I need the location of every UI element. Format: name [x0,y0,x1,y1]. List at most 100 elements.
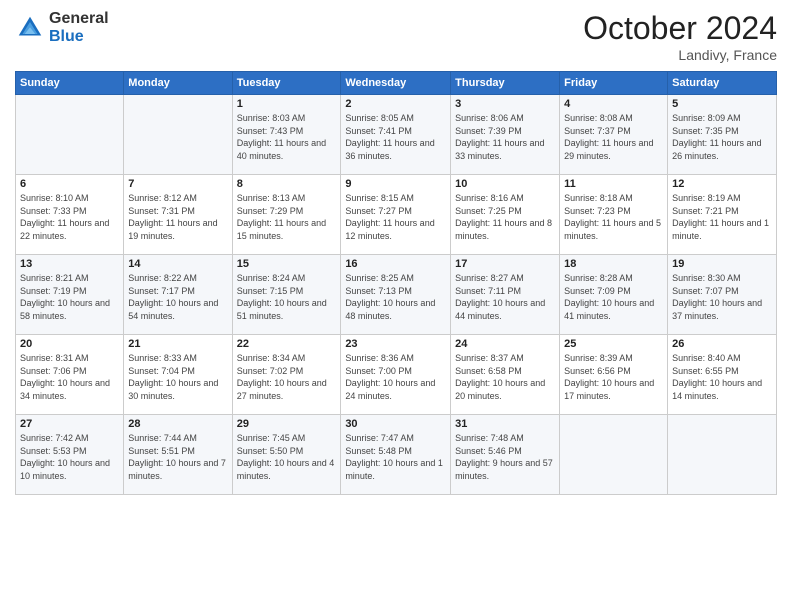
logo-blue-text: Blue [49,28,109,46]
day-info: Sunrise: 8:06 AM Sunset: 7:39 PM Dayligh… [455,112,555,162]
calendar-cell: 14 Sunrise: 8:22 AM Sunset: 7:17 PM Dayli… [124,255,232,335]
page: General Blue October 2024 Landivy, Franc… [0,0,792,612]
calendar-cell: 29Sunrise: 7:45 AM Sunset: 5:50 PM Dayli… [232,415,341,495]
calendar-cell: 30 Sunrise: 7:47 AM Sunset: 5:48 PM Dayli… [341,415,451,495]
day-number: 4 [564,98,663,110]
day-info: Sunrise: 8:24 AM Sunset: 7:15 PM Dayligh… [237,272,337,322]
day-info: Sunrise: 7:47 AM Sunset: 5:48 PM Dayligh… [345,432,446,482]
day-info: Sunrise: 8:09 AM Sunset: 7:35 PM Dayligh… [672,112,772,162]
calendar-cell: 4 Sunrise: 8:08 AM Sunset: 7:37 PM Daylig… [560,95,668,175]
calendar-cell: 8 Sunrise: 8:13 AM Sunset: 7:29 PM Daylig… [232,175,341,255]
day-info: Sunrise: 8:28 AM Sunset: 7:09 PM Dayligh… [564,272,663,322]
calendar-cell [124,95,232,175]
logo-icon [15,13,45,43]
calendar-cell: 15 Sunrise: 8:24 AM Sunset: 7:15 PM Dayli… [232,255,341,335]
day-info: Sunrise: 8:15 AM Sunset: 7:27 PM Dayligh… [345,192,446,242]
day-number: 31 [455,418,555,430]
day-info: Sunrise: 7:45 AM Sunset: 5:50 PM Dayligh… [237,432,337,482]
header-row: Sunday Monday Tuesday Wednesday Thursday… [16,72,777,95]
day-info: Sunrise: 8:30 AM Sunset: 7:07 PM Dayligh… [672,272,772,322]
calendar-cell: 26 Sunrise: 8:40 AM Sunset: 6:55 PM Dayli… [668,335,777,415]
day-info: Sunrise: 8:16 AM Sunset: 7:25 PM Dayligh… [455,192,555,242]
calendar-cell: 10 Sunrise: 8:16 AM Sunset: 7:25 PM Dayli… [451,175,560,255]
day-info: Sunrise: 8:33 AM Sunset: 7:04 PM Dayligh… [128,352,227,402]
logo: General Blue [15,10,109,45]
day-number: 12 [672,178,772,190]
day-info: Sunrise: 8:05 AM Sunset: 7:41 PM Dayligh… [345,112,446,162]
day-number: 18 [564,258,663,270]
day-info: Sunrise: 8:39 AM Sunset: 6:56 PM Dayligh… [564,352,663,402]
day-number: 14 [128,258,227,270]
logo-text: General Blue [49,10,109,45]
day-info: Sunrise: 8:37 AM Sunset: 6:58 PM Dayligh… [455,352,555,402]
day-info: Sunrise: 8:18 AM Sunset: 7:23 PM Dayligh… [564,192,663,242]
day-info: Sunrise: 8:22 AM Sunset: 7:17 PM Dayligh… [128,272,227,322]
day-info: Sunrise: 8:36 AM Sunset: 7:00 PM Dayligh… [345,352,446,402]
calendar-cell: 21 Sunrise: 8:33 AM Sunset: 7:04 PM Dayli… [124,335,232,415]
header-tuesday: Tuesday [232,72,341,95]
calendar-cell: 22Sunrise: 8:34 AM Sunset: 7:02 PM Dayli… [232,335,341,415]
day-number: 8 [237,178,337,190]
calendar-cell: 3 Sunrise: 8:06 AM Sunset: 7:39 PM Daylig… [451,95,560,175]
calendar-cell: 31Sunrise: 7:48 AM Sunset: 5:46 PM Dayli… [451,415,560,495]
day-number: 28 [128,418,227,430]
calendar-cell: 9 Sunrise: 8:15 AM Sunset: 7:27 PM Daylig… [341,175,451,255]
calendar-cell: 16 Sunrise: 8:25 AM Sunset: 7:13 PM Dayli… [341,255,451,335]
calendar-cell: 19Sunrise: 8:30 AM Sunset: 7:07 PM Dayli… [668,255,777,335]
day-info: Sunrise: 8:08 AM Sunset: 7:37 PM Dayligh… [564,112,663,162]
day-number: 30 [345,418,446,430]
title-block: October 2024 Landivy, France [583,10,777,63]
day-number: 1 [237,98,337,110]
header-monday: Monday [124,72,232,95]
day-info: Sunrise: 7:44 AM Sunset: 5:51 PM Dayligh… [128,432,227,482]
calendar-cell: 6 Sunrise: 8:10 AM Sunset: 7:33 PM Daylig… [16,175,124,255]
calendar-cell: 27 Sunrise: 7:42 AM Sunset: 5:53 PM Dayli… [16,415,124,495]
day-number: 13 [20,258,119,270]
week-row-2: 6 Sunrise: 8:10 AM Sunset: 7:33 PM Daylig… [16,175,777,255]
header-wednesday: Wednesday [341,72,451,95]
day-info: Sunrise: 7:42 AM Sunset: 5:53 PM Dayligh… [20,432,119,482]
week-row-4: 20Sunrise: 8:31 AM Sunset: 7:06 PM Dayli… [16,335,777,415]
calendar-cell: 13Sunrise: 8:21 AM Sunset: 7:19 PM Dayli… [16,255,124,335]
calendar-cell [668,415,777,495]
calendar-cell: 24 Sunrise: 8:37 AM Sunset: 6:58 PM Dayli… [451,335,560,415]
calendar-cell: 7 Sunrise: 8:12 AM Sunset: 7:31 PM Daylig… [124,175,232,255]
day-number: 16 [345,258,446,270]
day-number: 22 [237,338,337,350]
day-number: 11 [564,178,663,190]
calendar-cell: 25 Sunrise: 8:39 AM Sunset: 6:56 PM Dayli… [560,335,668,415]
day-number: 7 [128,178,227,190]
day-info: Sunrise: 8:03 AM Sunset: 7:43 PM Dayligh… [237,112,337,162]
day-number: 6 [20,178,119,190]
day-number: 3 [455,98,555,110]
day-info: Sunrise: 8:13 AM Sunset: 7:29 PM Dayligh… [237,192,337,242]
calendar-cell: 20Sunrise: 8:31 AM Sunset: 7:06 PM Dayli… [16,335,124,415]
header-saturday: Saturday [668,72,777,95]
header-thursday: Thursday [451,72,560,95]
header-friday: Friday [560,72,668,95]
day-number: 25 [564,338,663,350]
calendar-cell: 28 Sunrise: 7:44 AM Sunset: 5:51 PM Dayli… [124,415,232,495]
day-info: Sunrise: 8:12 AM Sunset: 7:31 PM Dayligh… [128,192,227,242]
day-number: 15 [237,258,337,270]
day-info: Sunrise: 8:19 AM Sunset: 7:21 PM Dayligh… [672,192,772,242]
calendar-cell [16,95,124,175]
calendar-cell: 5Sunrise: 8:09 AM Sunset: 7:35 PM Daylig… [668,95,777,175]
calendar-cell: 2 Sunrise: 8:05 AM Sunset: 7:41 PM Daylig… [341,95,451,175]
day-number: 10 [455,178,555,190]
day-info: Sunrise: 8:25 AM Sunset: 7:13 PM Dayligh… [345,272,446,322]
week-row-1: 1 Sunrise: 8:03 AM Sunset: 7:43 PM Daylig… [16,95,777,175]
day-info: Sunrise: 8:10 AM Sunset: 7:33 PM Dayligh… [20,192,119,242]
location-subtitle: Landivy, France [583,47,777,63]
day-info: Sunrise: 8:40 AM Sunset: 6:55 PM Dayligh… [672,352,772,402]
day-number: 27 [20,418,119,430]
day-number: 24 [455,338,555,350]
calendar-cell [560,415,668,495]
day-number: 9 [345,178,446,190]
day-number: 2 [345,98,446,110]
day-number: 21 [128,338,227,350]
week-row-3: 13Sunrise: 8:21 AM Sunset: 7:19 PM Dayli… [16,255,777,335]
day-number: 17 [455,258,555,270]
calendar-cell: 17Sunrise: 8:27 AM Sunset: 7:11 PM Dayli… [451,255,560,335]
day-number: 26 [672,338,772,350]
